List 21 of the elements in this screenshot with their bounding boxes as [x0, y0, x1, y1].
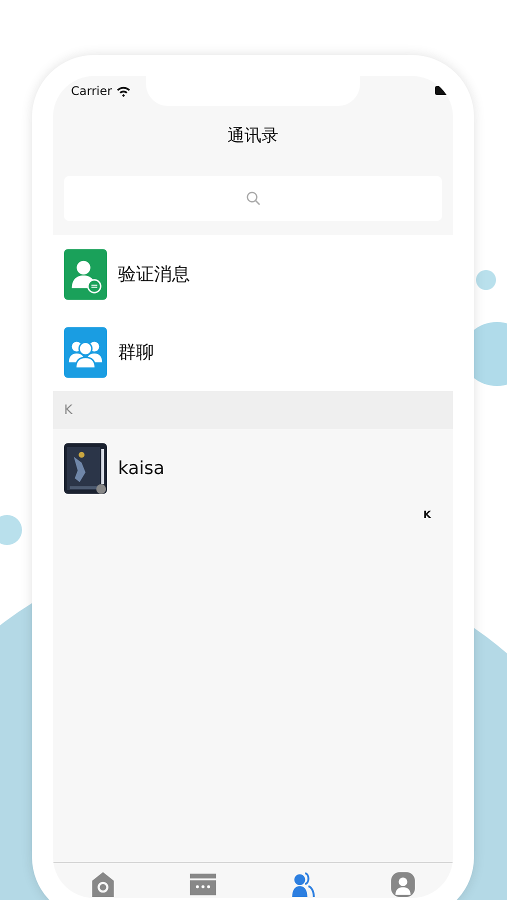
house-icon	[89, 871, 117, 897]
search-icon	[246, 191, 260, 206]
add-friend-icon	[64, 248, 107, 300]
person-icon	[389, 871, 417, 897]
contacts-icon	[289, 871, 317, 897]
list-item[interactable]: 验证消息	[53, 235, 453, 313]
contact-name: kaisa	[118, 458, 165, 478]
chat-icon	[189, 871, 217, 897]
list-item-label: 验证消息	[118, 263, 190, 286]
list-item-label: 群聊	[118, 341, 154, 364]
section-letter: K	[64, 402, 73, 418]
decorative-circle	[476, 270, 496, 290]
carrier-label: Carrier	[71, 84, 112, 98]
group-icon	[64, 326, 107, 378]
wifi-icon	[116, 85, 132, 97]
list-item[interactable]: 群聊	[53, 313, 453, 391]
page-title: 通讯录	[228, 124, 278, 146]
decorative-circle	[0, 515, 22, 545]
contact-item[interactable]: kaisa	[53, 429, 453, 507]
search-field[interactable]	[64, 176, 442, 221]
index-letter[interactable]: K	[423, 510, 431, 521]
